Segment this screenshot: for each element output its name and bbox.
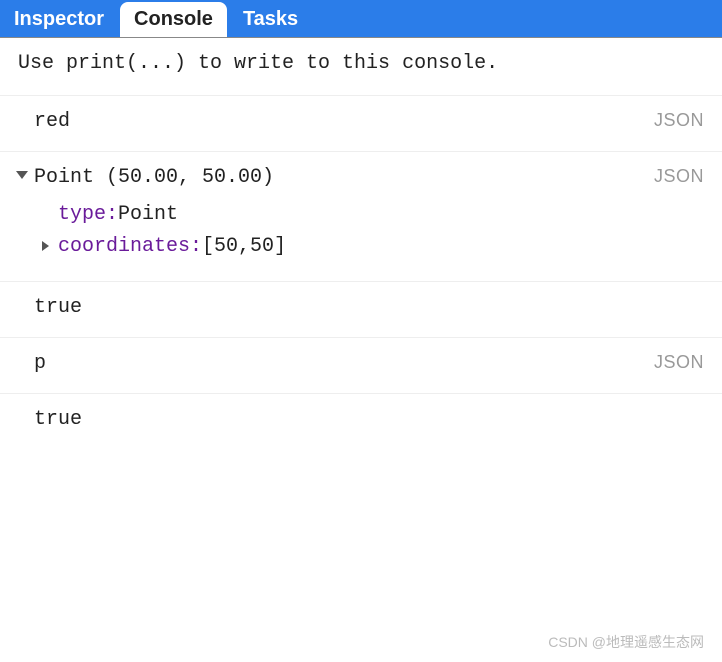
console-entry: red JSON — [0, 96, 722, 152]
chevron-down-icon[interactable] — [16, 171, 28, 179]
chevron-right-icon[interactable] — [42, 241, 49, 251]
tab-bar: Inspector Console Tasks — [0, 0, 722, 38]
entry-details: type:Point coordinates:[50,50] — [34, 199, 704, 263]
entry-value: red — [34, 110, 70, 133]
console-entry: true — [0, 282, 722, 338]
detail-val: Point — [118, 203, 178, 226]
entry-value: true — [34, 408, 82, 431]
entry-value: p — [34, 352, 46, 375]
json-link[interactable]: JSON — [654, 110, 704, 131]
detail-key: type — [58, 203, 106, 226]
json-link[interactable]: JSON — [654, 166, 704, 187]
tab-console[interactable]: Console — [120, 2, 227, 37]
colon: : — [106, 203, 118, 226]
entry-value: true — [34, 296, 82, 319]
watermark: CSDN @地理遥感生态网 — [548, 632, 704, 652]
colon: : — [190, 235, 202, 258]
tab-inspector[interactable]: Inspector — [0, 2, 118, 37]
json-link[interactable]: JSON — [654, 352, 704, 373]
console-entry: true — [0, 394, 722, 449]
detail-row: type:Point — [58, 199, 704, 231]
console-hint: Use print(...) to write to this console. — [0, 38, 722, 96]
detail-key: coordinates — [58, 235, 190, 258]
console-entry: Point (50.00, 50.00) JSON type:Point coo… — [0, 152, 722, 282]
console-entry: p JSON — [0, 338, 722, 394]
detail-val: [50,50] — [202, 235, 286, 258]
entry-value: Point (50.00, 50.00) — [34, 166, 274, 189]
tab-tasks[interactable]: Tasks — [229, 2, 312, 37]
detail-row: coordinates:[50,50] — [58, 231, 704, 263]
